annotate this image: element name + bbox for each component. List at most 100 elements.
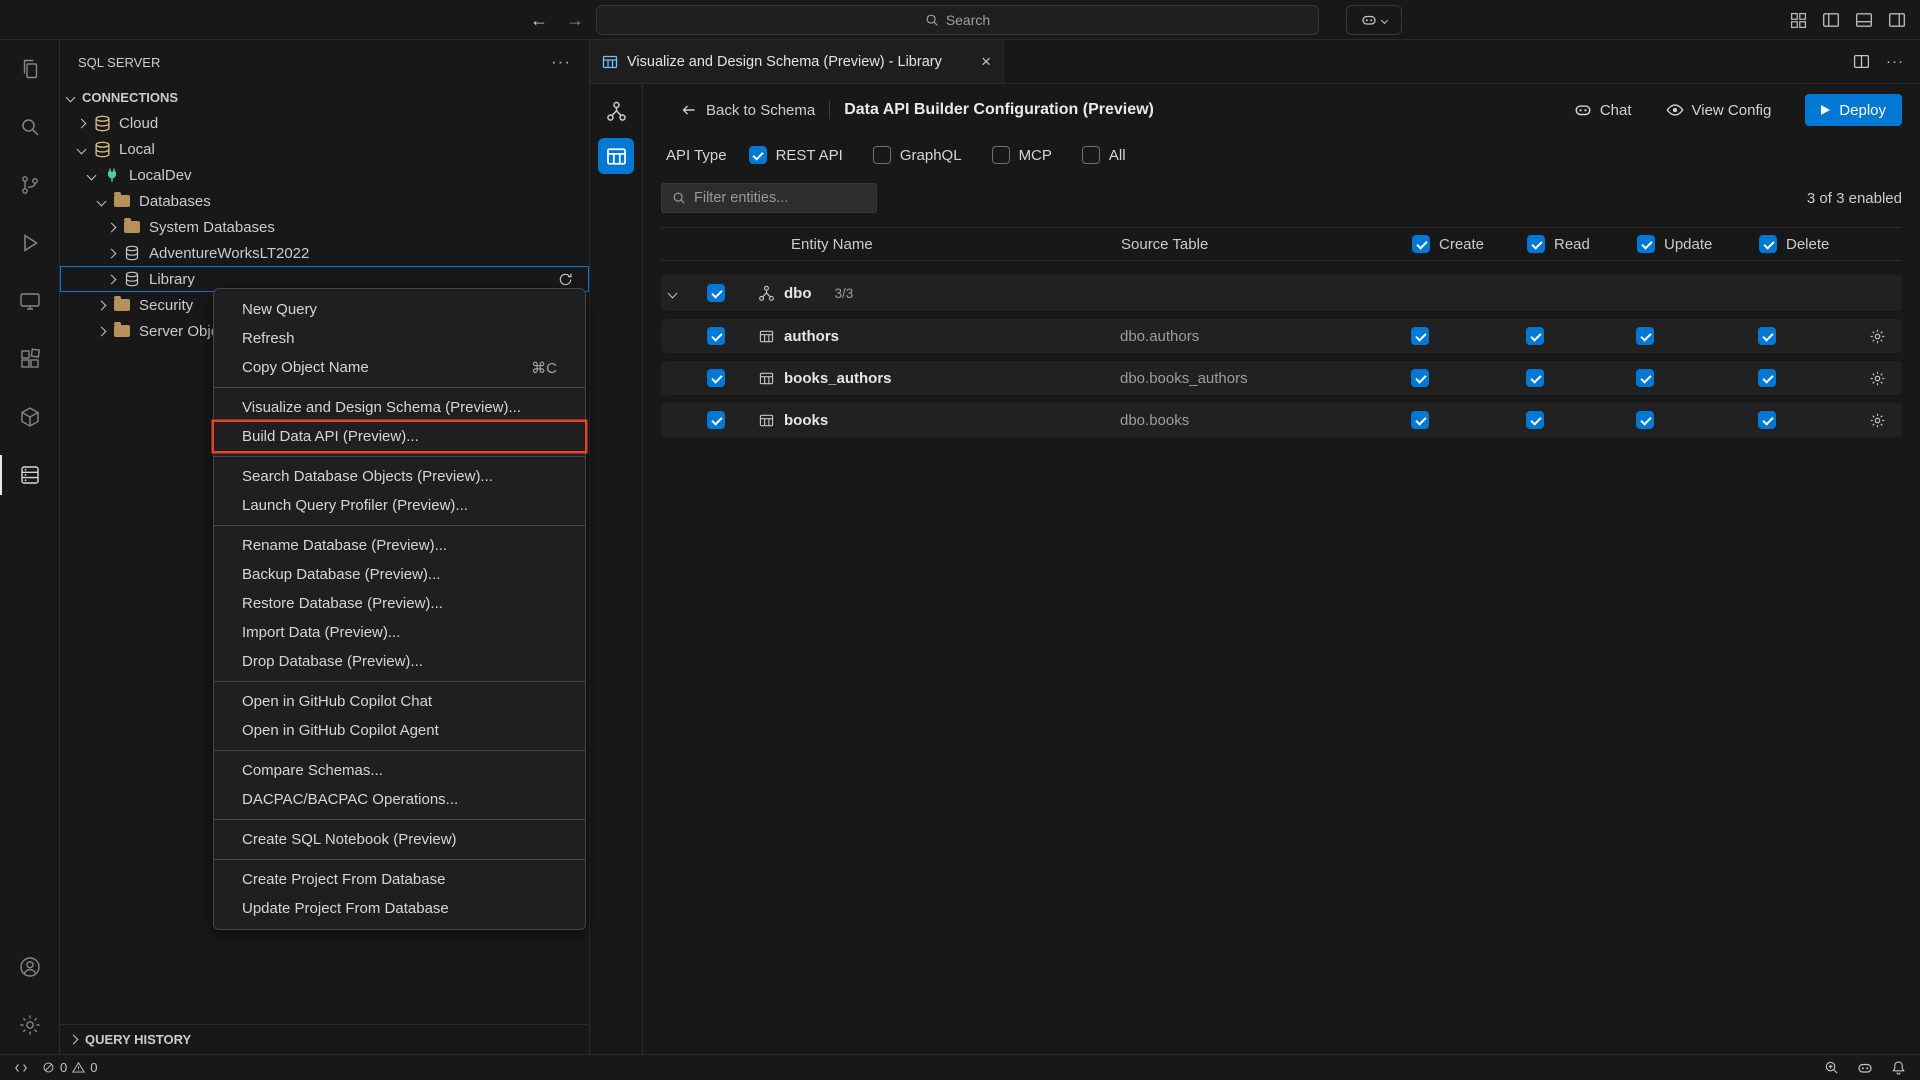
tree-item-adventureworks[interactable]: AdventureWorksLT2022 <box>60 240 589 266</box>
read-select-all-checkbox[interactable] <box>1527 235 1545 253</box>
split-editor-icon[interactable] <box>1853 53 1870 70</box>
api-option-all[interactable]: All <box>1082 146 1126 164</box>
menu-item-create-project-from-database[interactable]: Create Project From Database <box>214 865 585 894</box>
menu-item-create-sql-notebook[interactable]: Create SQL Notebook (Preview) <box>214 825 585 854</box>
read-checkbox[interactable] <box>1526 369 1544 387</box>
delete-select-all-checkbox[interactable] <box>1759 235 1777 253</box>
problems-indicator[interactable]: 0 0 <box>42 1060 97 1075</box>
extensions-icon[interactable] <box>0 330 59 388</box>
schema-group-row-dbo[interactable]: dbo 3/3 <box>661 275 1902 311</box>
entity-row-books[interactable]: books dbo.books <box>661 403 1902 437</box>
menu-item-build-data-api[interactable]: Build Data API (Preview)... <box>214 422 585 451</box>
read-checkbox[interactable] <box>1526 411 1544 429</box>
connections-section-header[interactable]: CONNECTIONS <box>60 84 589 110</box>
api-option-mcp[interactable]: MCP <box>992 146 1052 164</box>
tree-item-cloud[interactable]: Cloud <box>60 110 589 136</box>
zoom-icon[interactable] <box>1824 1060 1839 1075</box>
source-control-icon[interactable] <box>0 156 59 214</box>
more-actions-icon[interactable]: ··· <box>551 52 571 72</box>
sql-server-view-icon[interactable] <box>0 446 59 504</box>
mcp-checkbox[interactable] <box>992 146 1010 164</box>
toggle-secondary-sidebar-icon[interactable] <box>1888 11 1906 29</box>
menu-item-new-query[interactable]: New Query <box>214 295 585 324</box>
copilot-status-icon[interactable] <box>1857 1060 1873 1076</box>
command-center-search[interactable]: Search <box>596 5 1319 35</box>
close-icon[interactable]: × <box>981 52 991 72</box>
menu-item-compare-schemas[interactable]: Compare Schemas... <box>214 756 585 785</box>
filter-entities-field[interactable] <box>694 190 881 206</box>
remote-explorer-icon[interactable] <box>0 272 59 330</box>
tab-schema-designer[interactable]: Visualize and Design Schema (Preview) - … <box>590 40 1004 83</box>
copilot-menu-button[interactable] <box>1346 5 1402 35</box>
delete-checkbox[interactable] <box>1758 327 1776 345</box>
api-option-graphql[interactable]: GraphQL <box>873 146 962 164</box>
update-select-all-checkbox[interactable] <box>1637 235 1655 253</box>
query-history-section-header[interactable]: QUERY HISTORY <box>60 1024 589 1054</box>
menu-item-open-copilot-chat[interactable]: Open in GitHub Copilot Chat <box>214 687 585 716</box>
explorer-icon[interactable] <box>0 40 59 98</box>
menu-item-drop-database[interactable]: Drop Database (Preview)... <box>214 647 585 676</box>
row-enabled-checkbox[interactable] <box>707 327 725 345</box>
deploy-button[interactable]: Deploy <box>1805 94 1902 126</box>
menu-item-visualize-design-schema[interactable]: Visualize and Design Schema (Preview)... <box>214 393 585 422</box>
database-projects-icon[interactable] <box>0 388 59 446</box>
menu-item-backup-database[interactable]: Backup Database (Preview)... <box>214 560 585 589</box>
menu-item-launch-query-profiler[interactable]: Launch Query Profiler (Preview)... <box>214 491 585 520</box>
run-debug-icon[interactable] <box>0 214 59 272</box>
create-checkbox[interactable] <box>1411 411 1429 429</box>
menu-item-open-copilot-agent[interactable]: Open in GitHub Copilot Agent <box>214 716 585 745</box>
tree-item-databases[interactable]: Databases <box>60 188 589 214</box>
create-select-all-checkbox[interactable] <box>1412 235 1430 253</box>
read-checkbox[interactable] <box>1526 327 1544 345</box>
row-enabled-checkbox[interactable] <box>707 411 725 429</box>
schema-diagram-view-icon[interactable] <box>598 93 634 129</box>
back-to-schema-button[interactable]: Back to Schema <box>681 102 815 119</box>
customize-layout-icon[interactable] <box>1790 12 1807 29</box>
editor-more-actions-icon[interactable]: ··· <box>1886 53 1904 70</box>
data-api-builder-view-icon[interactable] <box>598 138 634 174</box>
tree-item-system-databases[interactable]: System Databases <box>60 214 589 240</box>
graphql-checkbox[interactable] <box>873 146 891 164</box>
menu-item-update-project-from-database[interactable]: Update Project From Database <box>214 894 585 923</box>
update-checkbox[interactable] <box>1636 411 1654 429</box>
toggle-panel-icon[interactable] <box>1855 11 1873 29</box>
remote-indicator[interactable] <box>14 1061 28 1075</box>
row-settings-gear-icon[interactable] <box>1869 412 1886 429</box>
tree-item-localdev[interactable]: LocalDev <box>60 162 589 188</box>
create-checkbox[interactable] <box>1411 327 1429 345</box>
menu-item-dacpac-bacpac-operations[interactable]: DACPAC/BACPAC Operations... <box>214 785 585 814</box>
dbo-group-checkbox[interactable] <box>707 284 725 302</box>
entity-row-books-authors[interactable]: books_authors dbo.books_authors <box>661 361 1902 395</box>
row-settings-gear-icon[interactable] <box>1869 328 1886 345</box>
settings-gear-icon[interactable] <box>0 996 59 1054</box>
accounts-icon[interactable] <box>0 938 59 996</box>
menu-item-copy-object-name[interactable]: Copy Object Name ⌘C <box>214 353 585 382</box>
tree-item-local[interactable]: Local <box>60 136 589 162</box>
menu-item-refresh[interactable]: Refresh <box>214 324 585 353</box>
create-checkbox[interactable] <box>1411 369 1429 387</box>
menu-item-rename-database[interactable]: Rename Database (Preview)... <box>214 531 585 560</box>
update-checkbox[interactable] <box>1636 369 1654 387</box>
search-view-icon[interactable] <box>0 98 59 156</box>
rest-api-checkbox[interactable] <box>749 146 767 164</box>
chat-button[interactable]: Chat <box>1574 101 1632 119</box>
entity-row-authors[interactable]: authors dbo.authors <box>661 319 1902 353</box>
update-checkbox[interactable] <box>1636 327 1654 345</box>
menu-item-restore-database[interactable]: Restore Database (Preview)... <box>214 589 585 618</box>
history-forward-button[interactable]: → <box>566 10 584 31</box>
notifications-bell-icon[interactable] <box>1891 1060 1906 1075</box>
delete-checkbox[interactable] <box>1758 369 1776 387</box>
row-enabled-checkbox[interactable] <box>707 369 725 387</box>
menu-item-import-data[interactable]: Import Data (Preview)... <box>214 618 585 647</box>
toggle-sidebar-icon[interactable] <box>1822 11 1840 29</box>
row-settings-gear-icon[interactable] <box>1869 370 1886 387</box>
api-option-rest[interactable]: REST API <box>749 146 843 164</box>
all-checkbox[interactable] <box>1082 146 1100 164</box>
chevron-down-icon[interactable] <box>668 288 678 298</box>
refresh-icon[interactable] <box>558 272 573 287</box>
menu-item-search-database-objects[interactable]: Search Database Objects (Preview)... <box>214 462 585 491</box>
filter-entities-input[interactable] <box>661 183 877 213</box>
view-config-button[interactable]: View Config <box>1666 101 1772 119</box>
history-back-button[interactable]: ← <box>530 10 548 31</box>
delete-checkbox[interactable] <box>1758 411 1776 429</box>
